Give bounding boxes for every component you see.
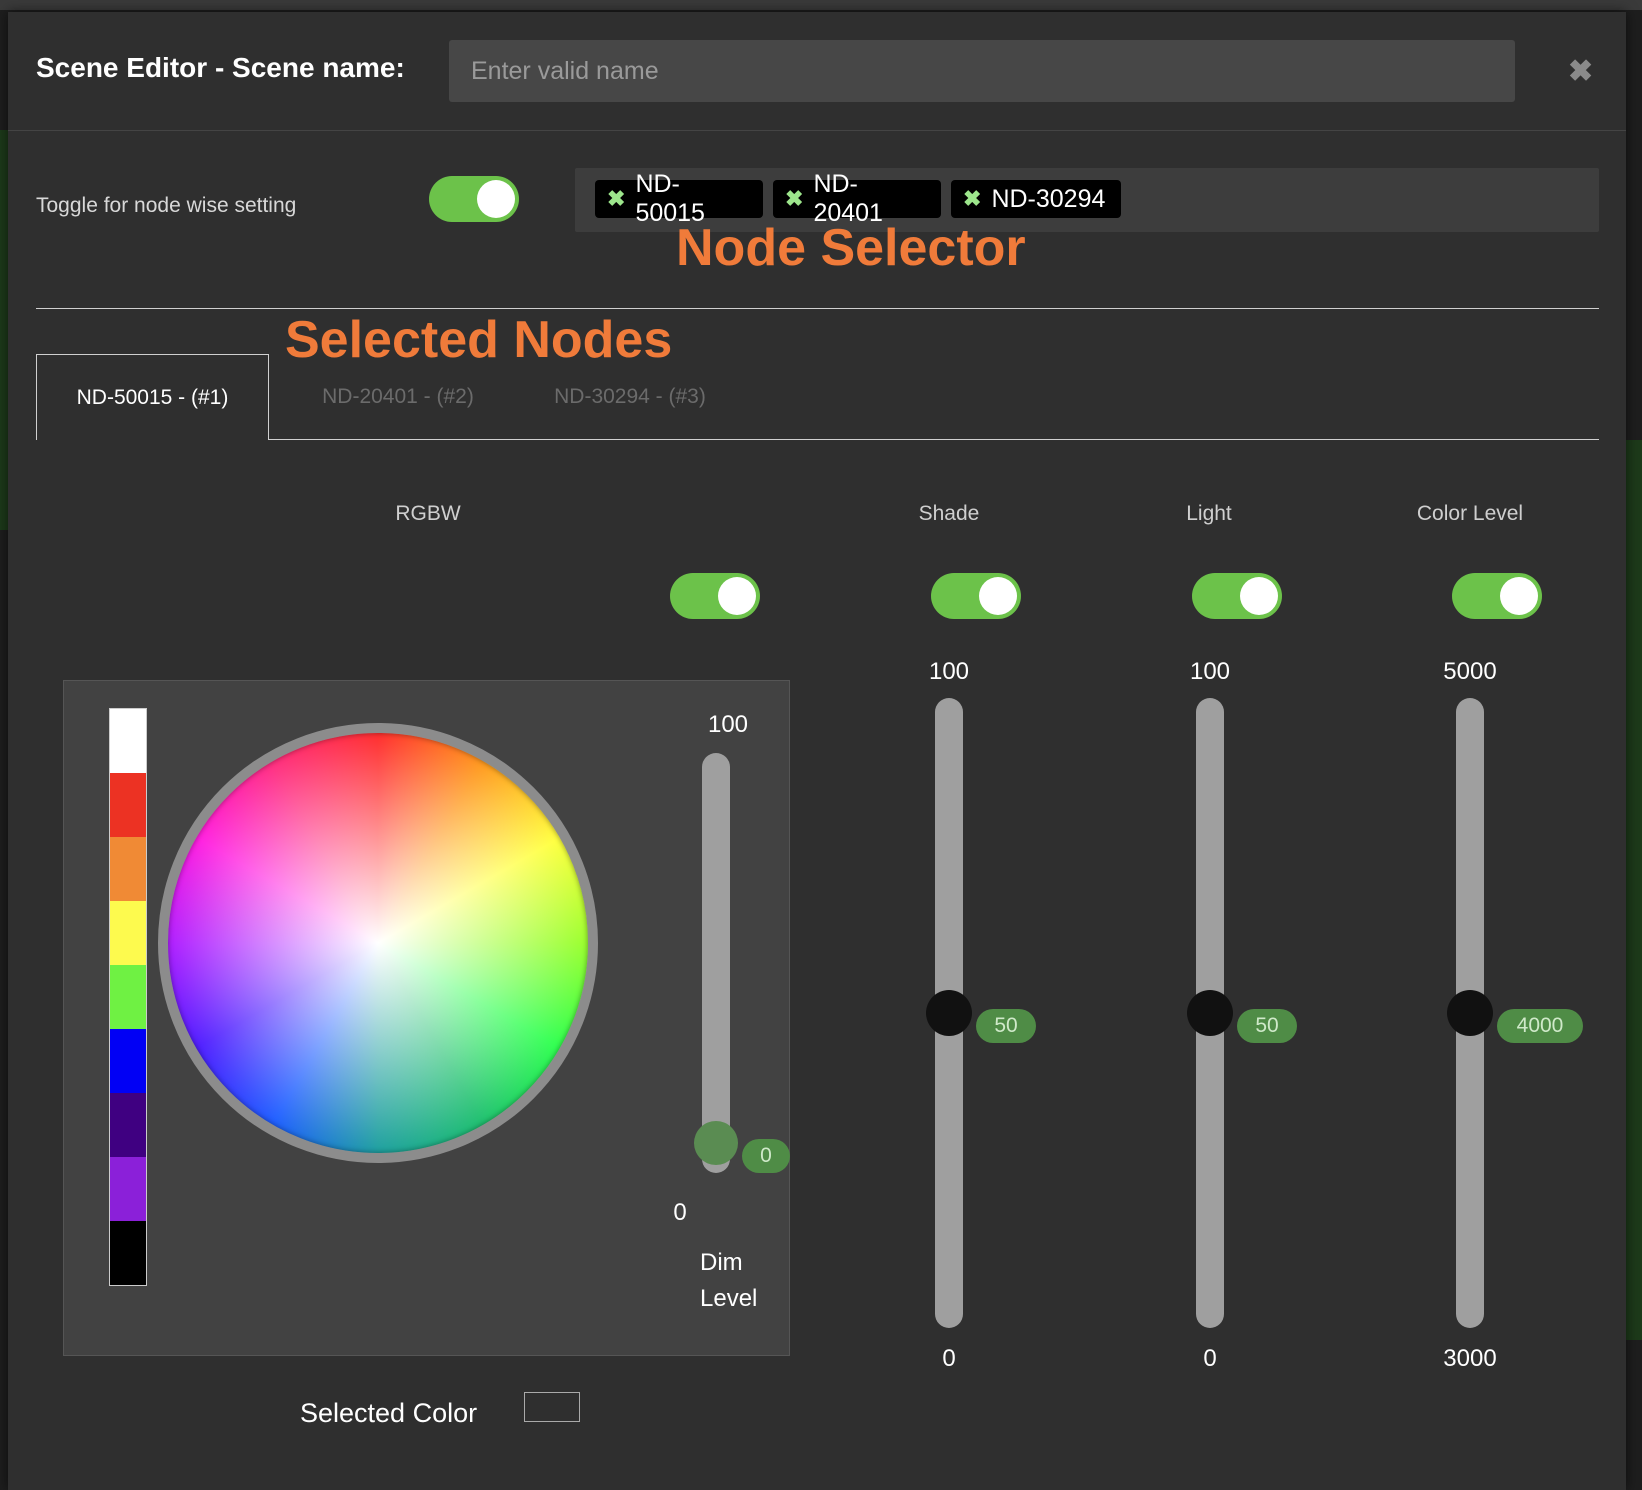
dim-min-label: 0 xyxy=(673,1199,687,1226)
node-wise-label: Toggle for node wise setting xyxy=(36,194,297,217)
toggle-knob xyxy=(718,577,756,615)
shade-toggle[interactable] xyxy=(931,573,1021,619)
dim-label-line-2: Level xyxy=(700,1285,758,1312)
annotation-node-selector: Node Selector xyxy=(676,219,1026,277)
close-icon[interactable]: ✖ xyxy=(1568,54,1593,89)
dim-max-label: 100 xyxy=(707,711,749,738)
toggle-knob xyxy=(1500,577,1538,615)
dim-label-line-1: Dim xyxy=(700,1249,743,1276)
color-wheel[interactable] xyxy=(158,723,598,1163)
shade-max-label: 100 xyxy=(928,658,970,685)
toggle-knob xyxy=(477,180,515,218)
color-level-toggle[interactable] xyxy=(1452,573,1542,619)
node-chip: ✖ ND-20401 xyxy=(773,170,941,227)
light-handle[interactable] xyxy=(1187,990,1233,1036)
light-min-label: 0 xyxy=(1203,1345,1217,1372)
node-chip: ✖ ND-30294 xyxy=(951,180,1121,218)
shade-value: 50 xyxy=(976,1009,1036,1043)
tab-node-3[interactable]: ND-30294 - (#3) xyxy=(520,354,740,440)
shade-label: Shade xyxy=(918,502,980,525)
modal-title: Scene Editor - Scene name: xyxy=(36,52,405,83)
scene-editor-modal: Scene Editor - Scene name: ✖ Toggle for … xyxy=(8,12,1626,1490)
palette-swatch[interactable] xyxy=(110,901,146,965)
scene-name-input[interactable] xyxy=(449,40,1515,102)
rgbw-panel: 100 0 0 Dim Level xyxy=(63,680,790,1356)
color-palette xyxy=(109,708,147,1286)
dim-level-track[interactable] xyxy=(702,753,730,1173)
palette-swatch[interactable] xyxy=(110,1157,146,1221)
rgbw-toggle[interactable] xyxy=(670,573,760,619)
tab-node-1[interactable]: ND-50015 - (#1) xyxy=(36,354,269,440)
dim-level-value: 0 xyxy=(742,1139,790,1173)
remove-chip-icon[interactable]: ✖ xyxy=(963,186,981,212)
dim-level-label: Dim Level xyxy=(700,1245,757,1317)
palette-swatch[interactable] xyxy=(110,965,146,1029)
light-label: Light xyxy=(1186,502,1232,525)
light-max-label: 100 xyxy=(1189,658,1231,685)
color-level-value: 4000 xyxy=(1497,1009,1583,1043)
light-value: 50 xyxy=(1237,1009,1297,1043)
tab-node-2[interactable]: ND-20401 - (#2) xyxy=(288,354,508,440)
palette-swatch[interactable] xyxy=(110,1093,146,1157)
palette-swatch[interactable] xyxy=(110,837,146,901)
remove-chip-icon[interactable]: ✖ xyxy=(607,186,625,212)
toggle-knob xyxy=(1240,577,1278,615)
shade-handle[interactable] xyxy=(926,990,972,1036)
header-divider xyxy=(8,130,1626,131)
shade-min-label: 0 xyxy=(942,1345,956,1372)
palette-swatch[interactable] xyxy=(110,1221,146,1285)
selected-color-swatch xyxy=(524,1392,580,1422)
color-level-min-label: 3000 xyxy=(1443,1345,1497,1372)
palette-swatch[interactable] xyxy=(110,773,146,837)
tabs-divider xyxy=(269,439,1599,440)
palette-swatch[interactable] xyxy=(110,709,146,773)
selected-color-label: Selected Color xyxy=(300,1398,478,1428)
toggle-knob xyxy=(979,577,1017,615)
node-chip: ✖ ND-50015 xyxy=(595,170,763,227)
rgbw-label: RGBW xyxy=(395,502,461,525)
color-level-max-label: 5000 xyxy=(1443,658,1497,685)
node-wise-toggle[interactable] xyxy=(429,176,519,222)
light-toggle[interactable] xyxy=(1192,573,1282,619)
palette-swatch[interactable] xyxy=(110,1029,146,1093)
remove-chip-icon[interactable]: ✖ xyxy=(785,186,803,212)
dim-level-handle[interactable] xyxy=(694,1121,738,1165)
color-level-handle[interactable] xyxy=(1447,990,1493,1036)
section-divider xyxy=(36,308,1599,309)
chip-label: ND-30294 xyxy=(991,184,1106,213)
color-level-label: Color Level xyxy=(1416,502,1524,525)
